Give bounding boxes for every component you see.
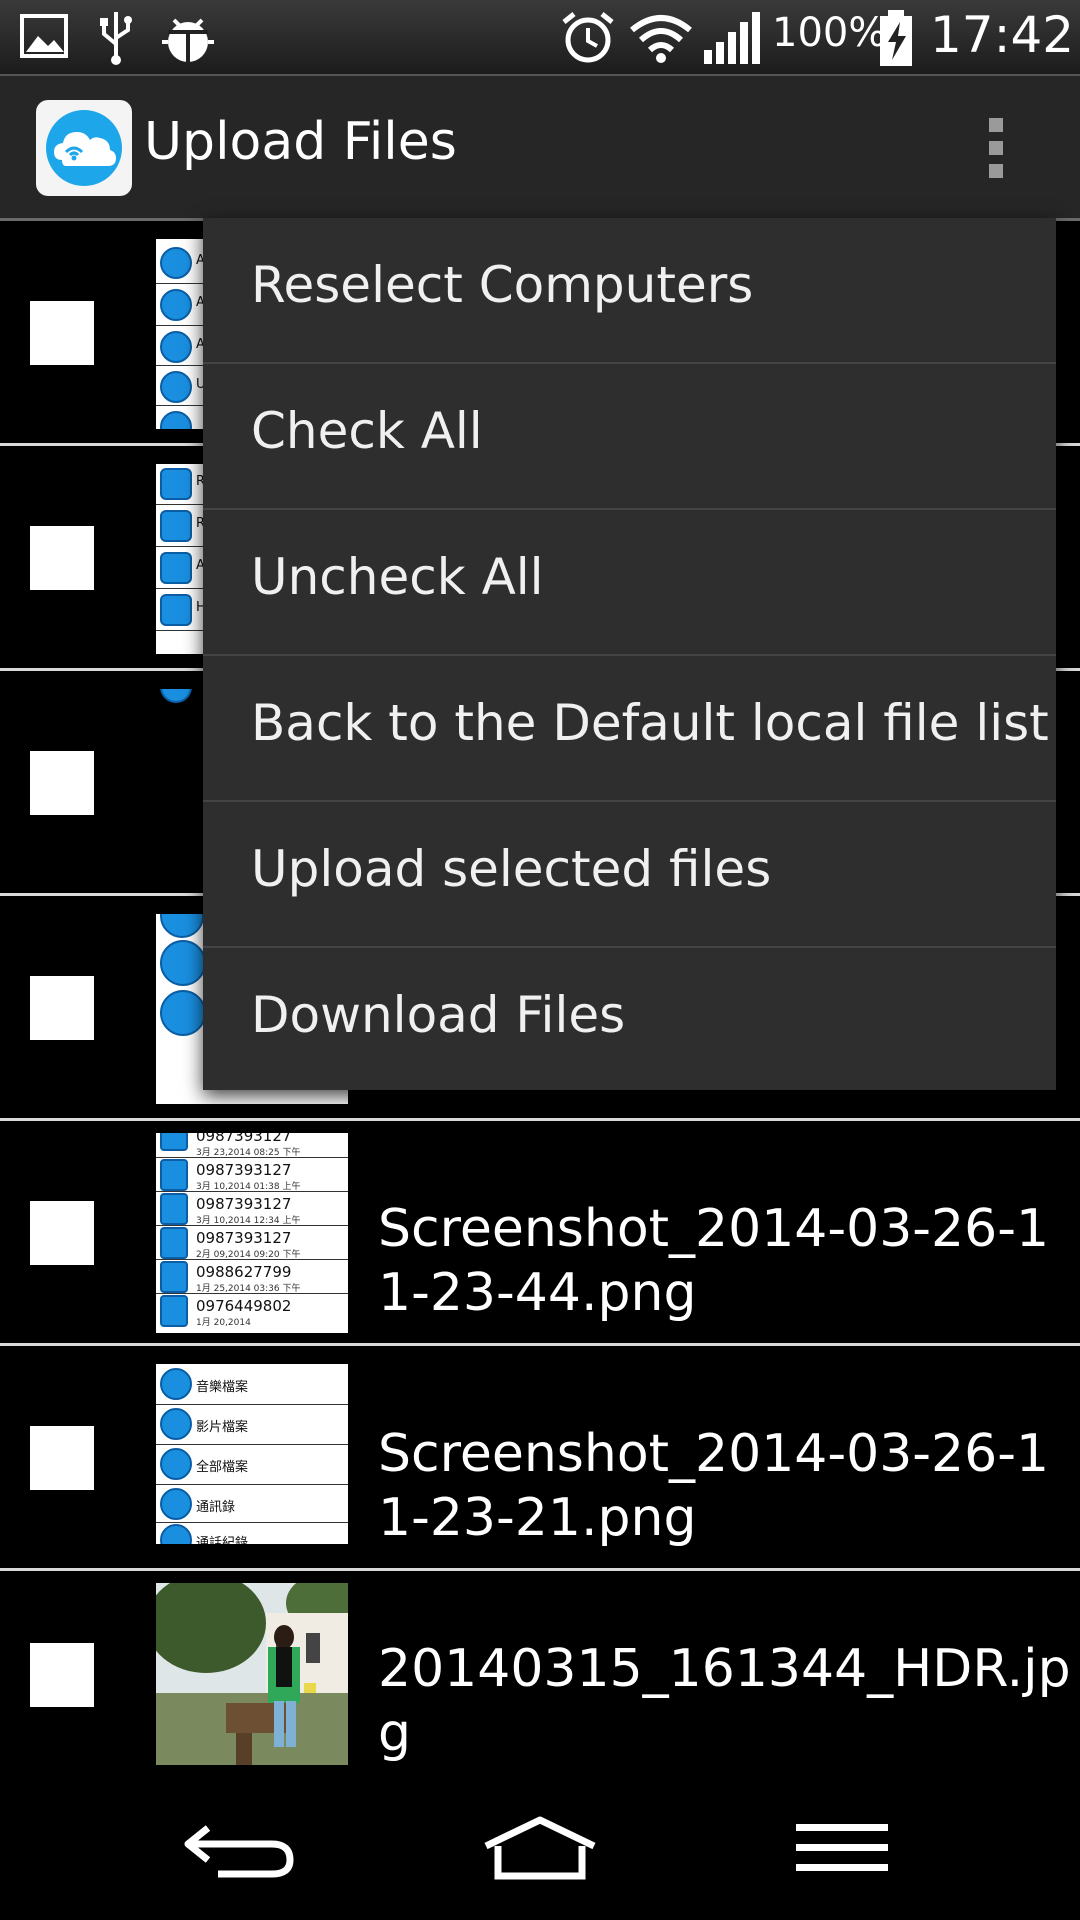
file-checkbox[interactable] bbox=[30, 1426, 94, 1490]
menu-item-uncheck-all[interactable]: Uncheck All bbox=[203, 510, 1056, 656]
menu-item-label: Check All bbox=[251, 402, 483, 460]
back-icon bbox=[184, 1825, 294, 1878]
screen: 100% 17:42 Upload Files A A A U R R A H … bbox=[0, 0, 1080, 1920]
file-thumbnail bbox=[156, 1583, 348, 1765]
file-name: Screenshot_2014-03-26-11-23-21.png bbox=[378, 1424, 1050, 1548]
menu-item-label: Uncheck All bbox=[251, 548, 544, 606]
signal-icon bbox=[704, 12, 760, 64]
file-thumbnail: 音樂檔案 影片檔案 全部檔案 通訊錄 通話紀錄 bbox=[156, 1364, 348, 1544]
clock-time: 17:42 bbox=[930, 6, 1075, 64]
battery-charging-icon bbox=[880, 10, 912, 66]
cloud-wifi-icon bbox=[46, 110, 122, 186]
menu-item-download-files[interactable]: Download Files bbox=[203, 948, 1056, 1090]
menu-icon bbox=[796, 1824, 888, 1871]
file-name: Screenshot_2014-03-26-11-23-44.png bbox=[378, 1199, 1050, 1323]
list-item[interactable]: 音樂檔案 影片檔案 全部檔案 通訊錄 通話紀錄 Screenshot_2014-… bbox=[0, 1346, 1080, 1571]
menu-item-label: Upload selected files bbox=[251, 840, 772, 898]
menu-item-check-all[interactable]: Check All bbox=[203, 364, 1056, 510]
battery-percent: 100% bbox=[772, 10, 887, 56]
menu-item-label: Download Files bbox=[251, 986, 626, 1044]
usb-icon bbox=[100, 12, 132, 65]
file-thumbnail: 0987393127 3月 23,2014 08:25 下午 098739312… bbox=[156, 1133, 348, 1333]
wifi-icon bbox=[630, 15, 692, 63]
menu-item-label: Back to the Default local file list bbox=[251, 694, 1049, 752]
back-button[interactable] bbox=[168, 1810, 308, 1890]
list-item[interactable]: 20140315_161344_HDR.jpg bbox=[0, 1571, 1080, 1781]
menu-item-label: Reselect Computers bbox=[251, 256, 754, 314]
list-item[interactable]: 0987393127 3月 23,2014 08:25 下午 098739312… bbox=[0, 1121, 1080, 1346]
menu-item-upload-selected[interactable]: Upload selected files bbox=[203, 802, 1056, 948]
overflow-menu-icon bbox=[989, 118, 1003, 178]
file-checkbox[interactable] bbox=[30, 751, 94, 815]
file-checkbox[interactable] bbox=[30, 1201, 94, 1265]
status-bar: 100% 17:42 bbox=[0, 0, 1080, 76]
home-icon bbox=[484, 1816, 596, 1880]
file-checkbox[interactable] bbox=[30, 526, 94, 590]
file-checkbox[interactable] bbox=[30, 1643, 94, 1707]
file-checkbox[interactable] bbox=[30, 301, 94, 365]
android-debug-icon bbox=[162, 18, 214, 62]
menu-item-back-to-default-list[interactable]: Back to the Default local file list bbox=[203, 656, 1056, 802]
navigation-bar bbox=[0, 1780, 1080, 1920]
alarm-icon bbox=[562, 12, 614, 63]
photo-image bbox=[156, 1583, 348, 1765]
home-button[interactable] bbox=[470, 1810, 610, 1890]
app-logo bbox=[36, 100, 132, 196]
page-title: Upload Files bbox=[144, 112, 457, 172]
action-bar: Upload Files bbox=[0, 76, 1080, 221]
overflow-popup-menu: Reselect Computers Check All Uncheck All… bbox=[203, 218, 1056, 1090]
overflow-menu-button[interactable] bbox=[976, 116, 1016, 180]
file-checkbox[interactable] bbox=[30, 976, 94, 1040]
image-icon bbox=[20, 14, 68, 58]
file-name: 20140315_161344_HDR.jpg bbox=[378, 1639, 1071, 1763]
menu-item-reselect-computers[interactable]: Reselect Computers bbox=[203, 218, 1056, 364]
menu-button[interactable] bbox=[772, 1810, 912, 1890]
